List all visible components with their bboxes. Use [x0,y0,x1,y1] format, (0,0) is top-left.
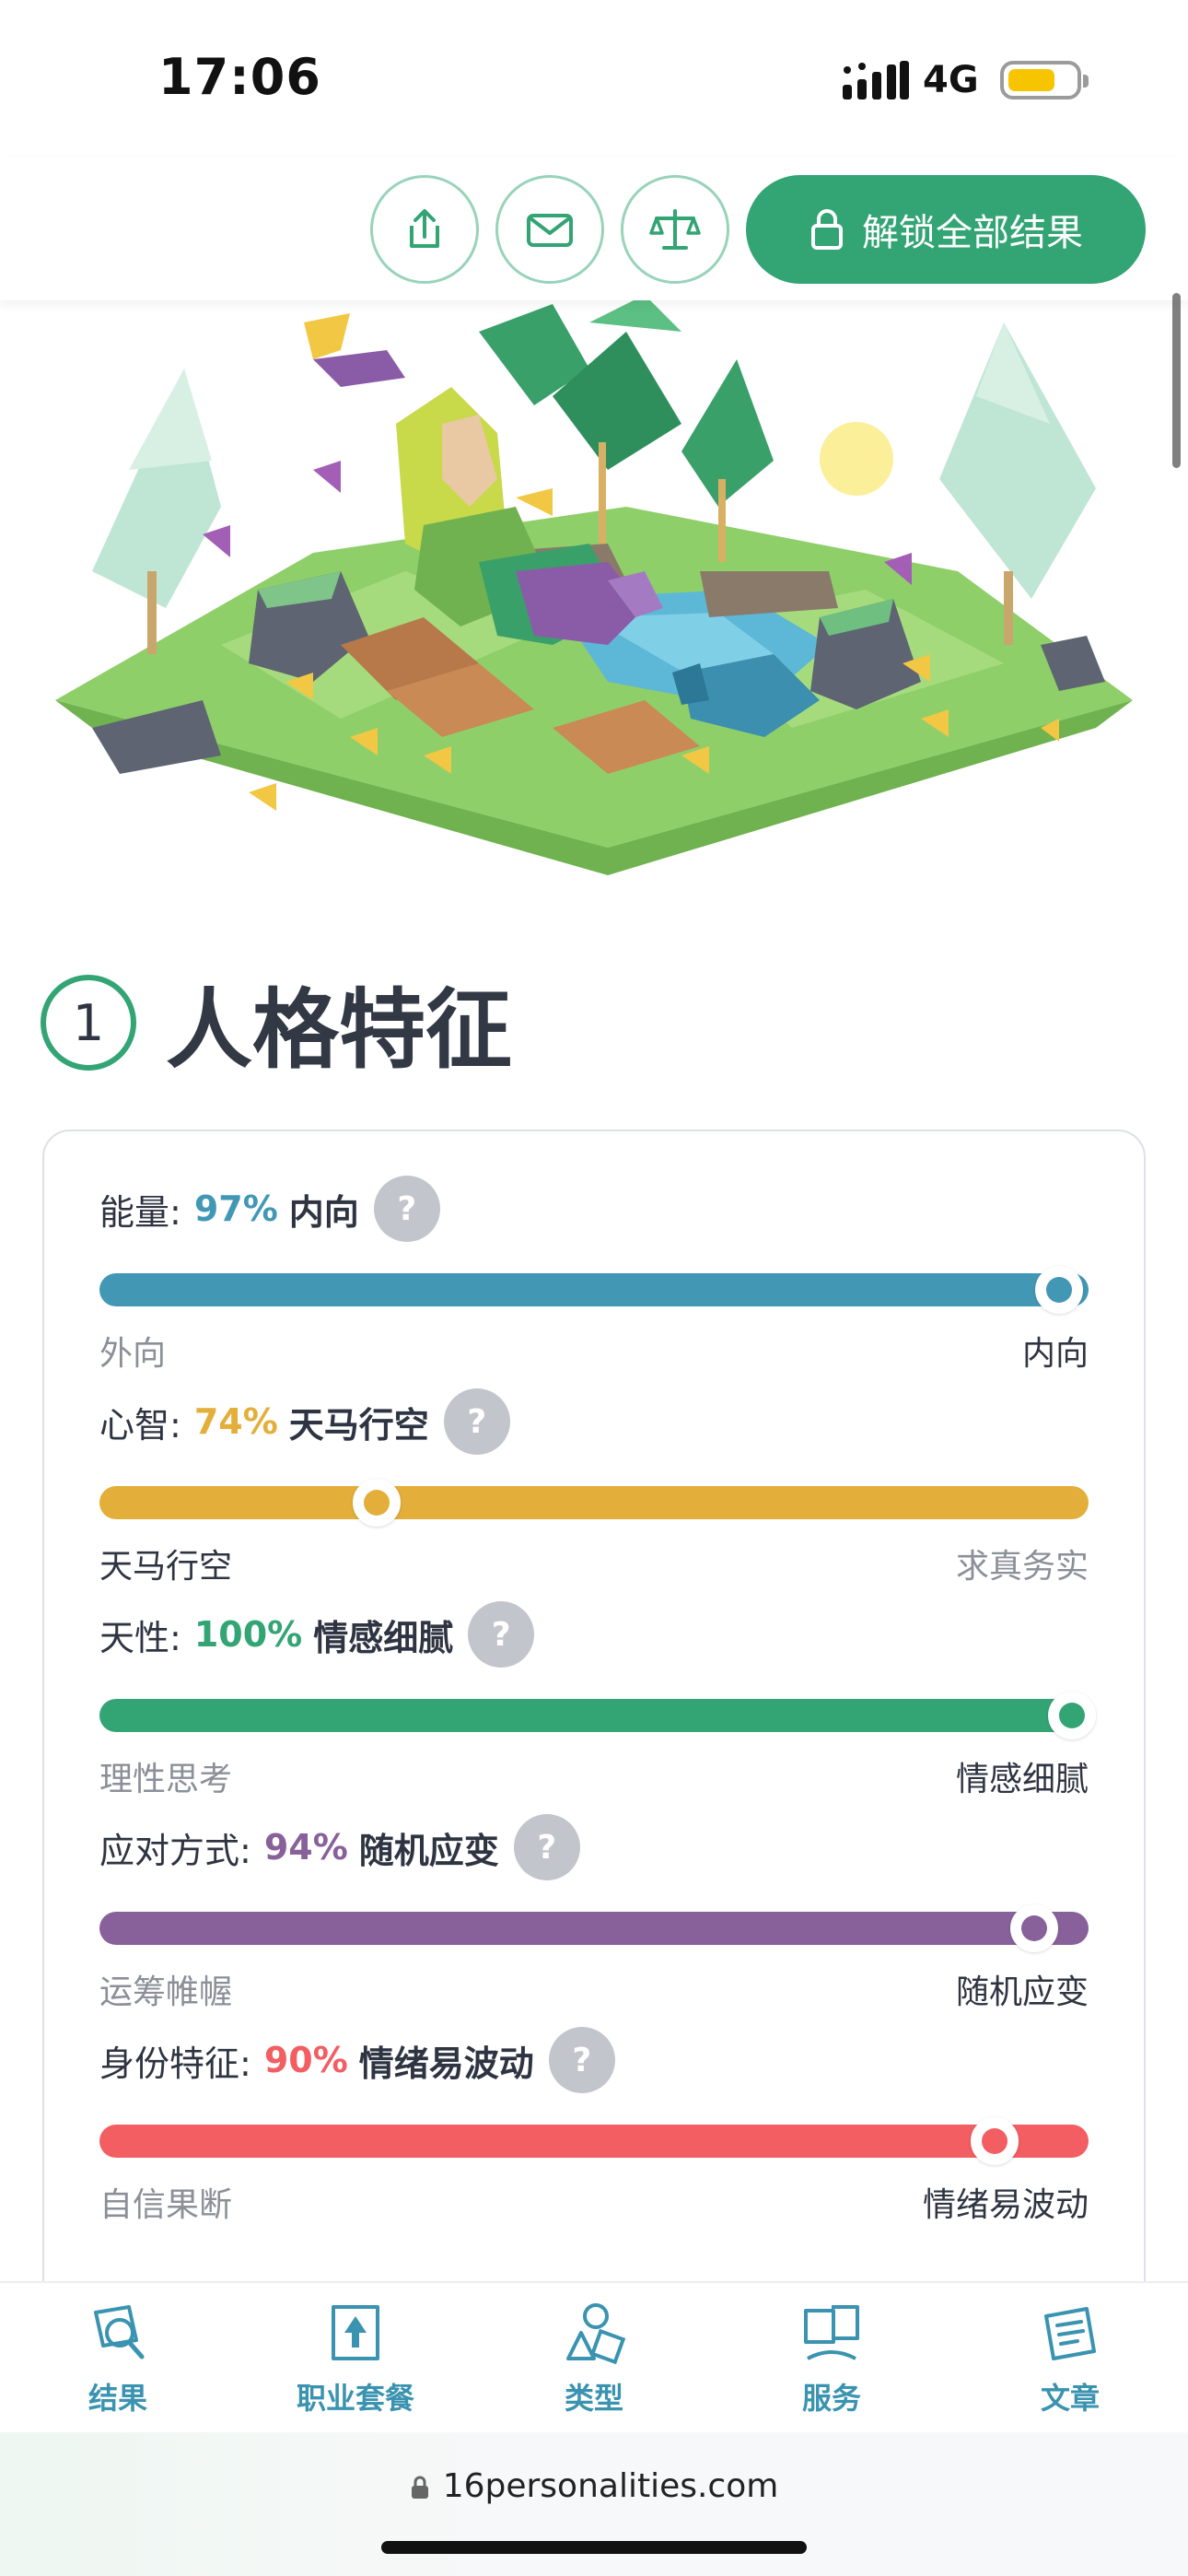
trait-row: 能量: 97% 内向? 外向 内向 [99,1176,1089,1373]
tab-results[interactable]: 结果 [17,2298,219,2427]
home-indicator [381,2541,807,2554]
email-button[interactable] [495,175,604,284]
trait-percent: 97% [193,1188,278,1229]
trait-bar [99,1266,1089,1314]
help-icon[interactable]: ? [373,1176,440,1242]
trait-percent: 90% [263,2040,348,2080]
unlock-label: 解锁全部结果 [862,212,1083,254]
unlock-all-results-button[interactable]: 解锁全部结果 [746,175,1146,284]
left-pole-label: 自信果断 [99,2186,233,2224]
help-icon[interactable]: ? [513,1814,580,1880]
network-label: 4G [923,59,979,101]
trait-label: 能量: [99,1191,181,1233]
right-pole-label: 内向 [1021,1335,1089,1373]
trait-percent: 100% [193,1614,303,1655]
trait-heading: 应对方式: 94% 随机应变? [99,1814,580,1880]
lock-icon [411,2476,428,2499]
trait-knob [971,2117,1019,2165]
trait-result-name: 随机应变 [358,1830,499,1871]
search-results-icon [94,2305,145,2359]
right-pole-label: 求真务实 [955,1548,1089,1586]
left-pole-label: 天马行空 [99,1548,233,1586]
trait-percent: 94% [263,1827,348,1868]
tab-career-label: 职业套餐 [296,2381,414,2416]
help-icon[interactable]: ? [443,1388,510,1455]
battery-icon [1000,61,1089,100]
browser-url-bar[interactable]: 16personalities.com [0,2432,1188,2576]
url-field[interactable]: 16personalities.com [0,2467,1188,2505]
status-bar: 17:06 4G [0,0,1188,157]
share-button[interactable] [370,175,479,284]
trait-knob [353,1479,401,1527]
tab-services[interactable]: 服务 [730,2298,933,2427]
trait-bar [99,2117,1089,2165]
tab-types-label: 类型 [564,2381,623,2416]
tab-career[interactable]: 职业套餐 [254,2298,457,2427]
trait-heading: 能量: 97% 内向? [99,1176,440,1242]
tab-types[interactable]: 类型 [493,2298,695,2427]
trait-heading: 身份特征: 90% 情绪易波动? [99,2027,615,2093]
trait-result-name: 情感细腻 [313,1617,454,1658]
scale-icon [649,209,701,250]
trait-bar [99,1692,1096,1739]
right-pole-label: 情绪易波动 [922,2186,1089,2224]
hero-illustration [55,295,1133,875]
trait-label: 身份特征: [99,2043,251,2084]
status-time: 17:06 [158,48,321,106]
trait-row: 天性: 100% 情感细腻? 理性思考 情感细腻 [99,1601,1096,1798]
left-pole-label: 运筹帷幄 [99,1973,233,2011]
right-pole-label: 随机应变 [955,1973,1089,2011]
trait-result-name: 天马行空 [288,1404,429,1446]
trait-row: 应对方式: 94% 随机应变? 运筹帷幄 随机应变 [99,1814,1089,2011]
trait-knob [1035,1266,1083,1314]
services-icon [804,2305,859,2360]
results-toolbar: 解锁全部结果 [0,157,1188,300]
trait-label: 应对方式: [99,1830,251,1871]
compare-button[interactable] [621,175,729,284]
help-icon[interactable]: ? [548,2027,615,2093]
trait-label: 天性: [99,1617,181,1658]
types-icon [566,2303,626,2365]
trait-percent: 74% [193,1401,278,1442]
career-icon [332,2305,379,2360]
section-number: 1 [41,975,136,1071]
trait-row: 身份特征: 90% 情绪易波动? 自信果断 情绪易波动 [99,2027,1089,2224]
trait-knob [1010,1904,1058,1952]
articles-icon [1044,2307,1096,2360]
lock-icon [811,209,843,250]
scroll-indicator [1172,293,1181,468]
url-text: 16personalities.com [442,2467,779,2505]
help-icon[interactable]: ? [468,1601,535,1668]
trait-knob [1048,1692,1096,1739]
trait-heading: 心智: 74% 天马行空? [99,1388,510,1455]
trait-heading: 天性: 100% 情感细腻? [99,1601,535,1668]
trait-result-name: 内向 [288,1191,359,1233]
section-title: 人格特征 [166,980,513,1081]
trait-result-name: 情绪易波动 [358,2043,534,2084]
left-pole-label: 理性思考 [99,1761,233,1798]
trait-label: 心智: [99,1404,181,1446]
right-pole-label: 情感细腻 [955,1761,1089,1798]
tab-articles-label: 文章 [1040,2381,1100,2416]
trait-bar [99,1904,1089,1952]
left-pole-label: 外向 [99,1335,167,1373]
bottom-tab-bar: 结果 职业套餐 类型 服务 文章 [0,2281,1188,2434]
trait-bar [99,1479,1089,1527]
signal-icon [843,61,909,100]
tab-results-label: 结果 [87,2381,147,2416]
tab-articles[interactable]: 文章 [969,2298,1171,2427]
tab-services-label: 服务 [801,2381,861,2416]
share-icon [410,209,439,248]
mail-icon [527,214,573,247]
trait-row: 心智: 74% 天马行空? 天马行空 求真务实 [99,1388,1089,1586]
section-heading: 1 人格特征 [41,967,512,1081]
